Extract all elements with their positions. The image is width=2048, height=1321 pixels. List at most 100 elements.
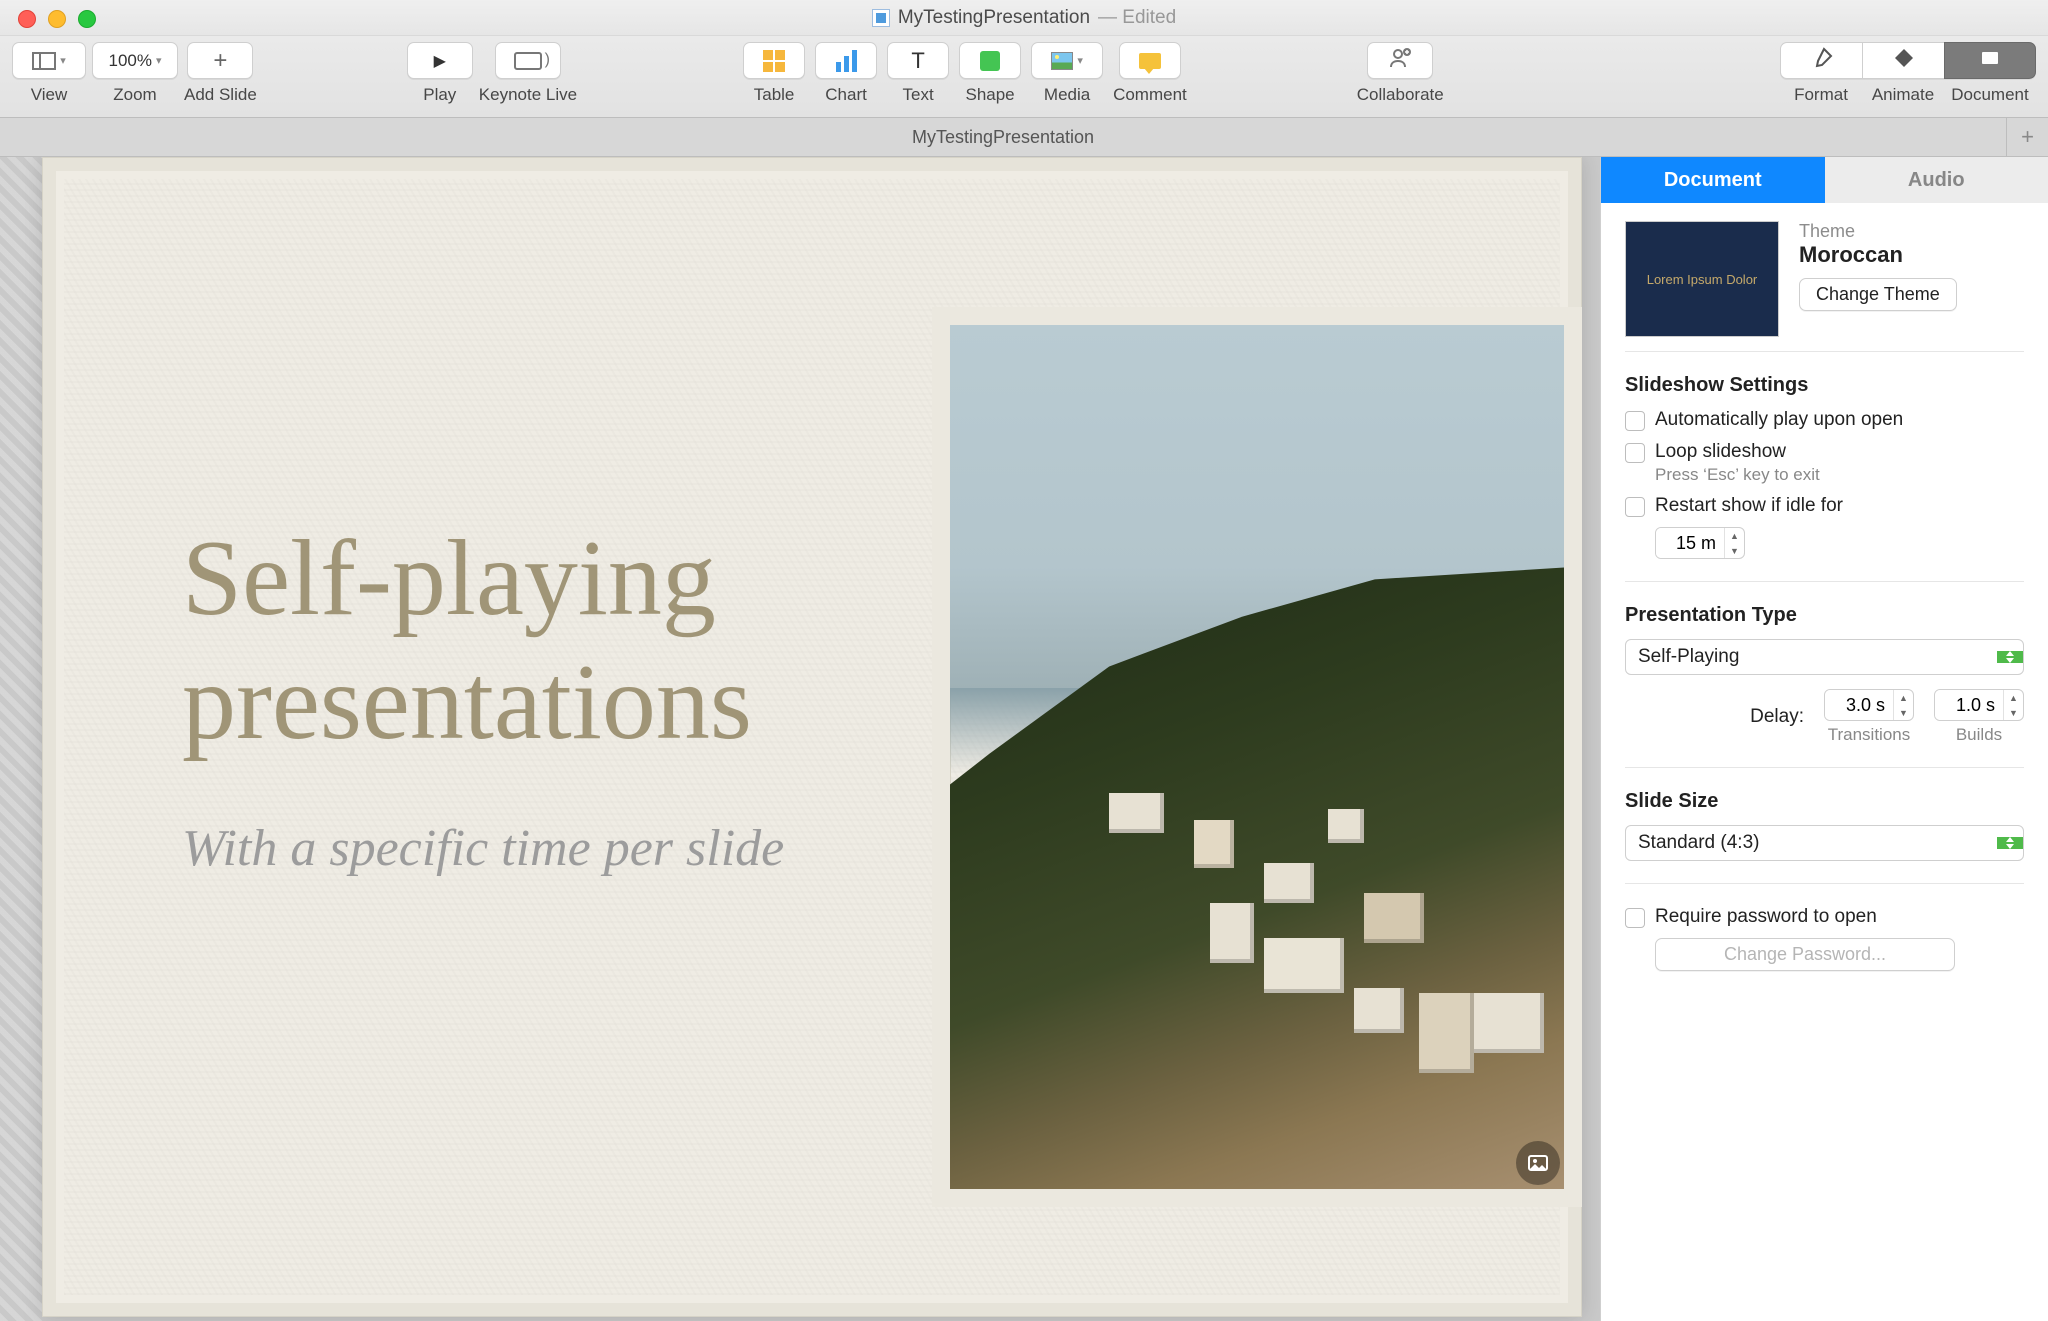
- view-icon: [32, 52, 56, 70]
- shape-label: Shape: [965, 85, 1014, 105]
- document-inspector-button[interactable]: [1944, 42, 2036, 79]
- stepper-down-icon[interactable]: ▼: [1894, 705, 1913, 720]
- document-icon: [1978, 46, 2002, 75]
- autoplay-checkbox-row[interactable]: Automatically play upon open: [1625, 409, 2024, 431]
- animate-inspector-button[interactable]: [1862, 42, 1944, 79]
- canvas-area: Self-playing presentations With a specif…: [0, 157, 1600, 1321]
- stepper-up-icon[interactable]: ▲: [2004, 690, 2023, 705]
- autoplay-label: Automatically play upon open: [1655, 409, 1903, 431]
- chevron-down-icon: ▾: [1077, 54, 1083, 67]
- comment-icon: [1139, 53, 1161, 69]
- chevron-down-icon: ▾: [156, 54, 162, 67]
- insert-chart-button[interactable]: [815, 42, 877, 79]
- format-label: Format: [1794, 85, 1848, 105]
- table-icon: [763, 50, 785, 72]
- delay-label: Delay:: [1750, 706, 1804, 728]
- builds-label: Builds: [1956, 725, 2002, 745]
- collaborate-icon: [1388, 46, 1412, 75]
- view-label: View: [31, 85, 68, 105]
- inspector-tab-document[interactable]: Document: [1601, 157, 1825, 203]
- theme-label: Theme: [1799, 221, 1957, 242]
- window-title: MyTestingPresentation: [898, 7, 1090, 29]
- restart-idle-checkbox[interactable]: [1625, 497, 1645, 517]
- collaborate-button[interactable]: [1367, 42, 1433, 79]
- theme-name: Moroccan: [1799, 242, 1957, 268]
- insert-comment-button[interactable]: [1119, 42, 1181, 79]
- play-label: Play: [423, 85, 456, 105]
- text-icon: T: [911, 48, 924, 74]
- inspector-panel: Document Audio Lorem Ipsum Dolor Theme M…: [1600, 157, 2048, 1321]
- slide-size-select[interactable]: Standard (4:3): [1625, 825, 2024, 861]
- idle-duration-input[interactable]: [1656, 528, 1724, 558]
- change-theme-button[interactable]: Change Theme: [1799, 278, 1957, 311]
- stepper-down-icon[interactable]: ▼: [1725, 543, 1744, 558]
- slide-image-placeholder[interactable]: [932, 307, 1582, 1207]
- fullscreen-window-button[interactable]: [78, 10, 96, 28]
- autoplay-checkbox[interactable]: [1625, 411, 1645, 431]
- document-tab[interactable]: MyTestingPresentation: [0, 118, 2006, 156]
- image-replace-badge[interactable]: [1516, 1141, 1560, 1185]
- insert-shape-button[interactable]: [959, 42, 1021, 79]
- traffic-lights: [18, 10, 96, 28]
- animate-label: Animate: [1872, 85, 1934, 105]
- loop-checkbox-row[interactable]: Loop slideshow Press ‘Esc’ key to exit: [1625, 441, 2024, 485]
- text-label: Text: [902, 85, 933, 105]
- insert-media-button[interactable]: ▾: [1031, 42, 1103, 79]
- chart-label: Chart: [825, 85, 867, 105]
- diamond-icon: [1892, 46, 1916, 75]
- comment-label: Comment: [1113, 85, 1187, 105]
- transitions-delay-stepper[interactable]: ▲▼: [1824, 689, 1914, 721]
- play-icon: ▶: [434, 51, 446, 71]
- collaborate-label: Collaborate: [1357, 85, 1444, 105]
- table-label: Table: [754, 85, 795, 105]
- builds-delay-stepper[interactable]: ▲▼: [1934, 689, 2024, 721]
- insert-text-button[interactable]: T: [887, 42, 949, 79]
- builds-delay-input[interactable]: [1935, 690, 2003, 720]
- view-button[interactable]: ▾: [12, 42, 86, 79]
- play-button[interactable]: ▶: [407, 42, 473, 79]
- transitions-delay-input[interactable]: [1825, 690, 1893, 720]
- zoom-button[interactable]: 100%▾: [92, 42, 178, 79]
- keynote-live-label: Keynote Live: [479, 85, 577, 105]
- idle-duration-stepper[interactable]: ▲▼: [1655, 527, 1745, 559]
- close-window-button[interactable]: [18, 10, 36, 28]
- restart-idle-checkbox-row[interactable]: Restart show if idle for: [1625, 495, 2024, 517]
- format-inspector-button[interactable]: [1780, 42, 1862, 79]
- minimize-window-button[interactable]: [48, 10, 66, 28]
- stepper-down-icon[interactable]: ▼: [2004, 705, 2023, 720]
- toolbar: ▾ View 100%▾ Zoom + Add Slide ▶ Play Key…: [0, 36, 2048, 118]
- slide-title-text[interactable]: Self-playing presentations: [182, 517, 932, 765]
- theme-thumbnail: Lorem Ipsum Dolor: [1625, 221, 1779, 337]
- restart-idle-label: Restart show if idle for: [1655, 495, 1843, 517]
- keynote-doc-icon: [872, 9, 890, 27]
- slide-subtitle-text[interactable]: With a specific time per slide: [182, 819, 784, 878]
- chevron-down-icon: ▾: [60, 54, 66, 67]
- loop-sublabel: Press ‘Esc’ key to exit: [1655, 465, 1820, 485]
- stepper-up-icon[interactable]: ▲: [1725, 528, 1744, 543]
- window-titlebar: MyTestingPresentation — Edited: [0, 0, 2048, 36]
- slideshow-settings-heading: Slideshow Settings: [1625, 374, 2024, 397]
- media-icon: [1051, 52, 1073, 70]
- zoom-label: Zoom: [113, 85, 156, 105]
- keynote-live-button[interactable]: [495, 42, 561, 79]
- select-stepper-icon: [1997, 651, 2023, 663]
- transitions-label: Transitions: [1828, 725, 1911, 745]
- select-stepper-icon: [1997, 837, 2023, 849]
- inspector-tab-audio[interactable]: Audio: [1825, 157, 2048, 203]
- require-password-row[interactable]: Require password to open: [1625, 906, 2024, 928]
- slide-canvas[interactable]: Self-playing presentations With a specif…: [42, 157, 1582, 1317]
- stepper-up-icon[interactable]: ▲: [1894, 690, 1913, 705]
- document-tabstrip: MyTestingPresentation +: [0, 118, 2048, 157]
- media-label: Media: [1044, 85, 1090, 105]
- require-password-checkbox[interactable]: [1625, 908, 1645, 928]
- slide-edge-decoration: [0, 157, 42, 1321]
- loop-checkbox[interactable]: [1625, 443, 1645, 463]
- add-slide-button[interactable]: +: [187, 42, 253, 79]
- plus-icon: +: [213, 47, 227, 75]
- presentation-type-value: Self-Playing: [1626, 646, 1997, 668]
- slide-image: [950, 325, 1564, 1189]
- insert-table-button[interactable]: [743, 42, 805, 79]
- change-password-button: Change Password...: [1655, 938, 1955, 971]
- presentation-type-select[interactable]: Self-Playing: [1625, 639, 2024, 675]
- add-document-tab-button[interactable]: +: [2006, 118, 2048, 156]
